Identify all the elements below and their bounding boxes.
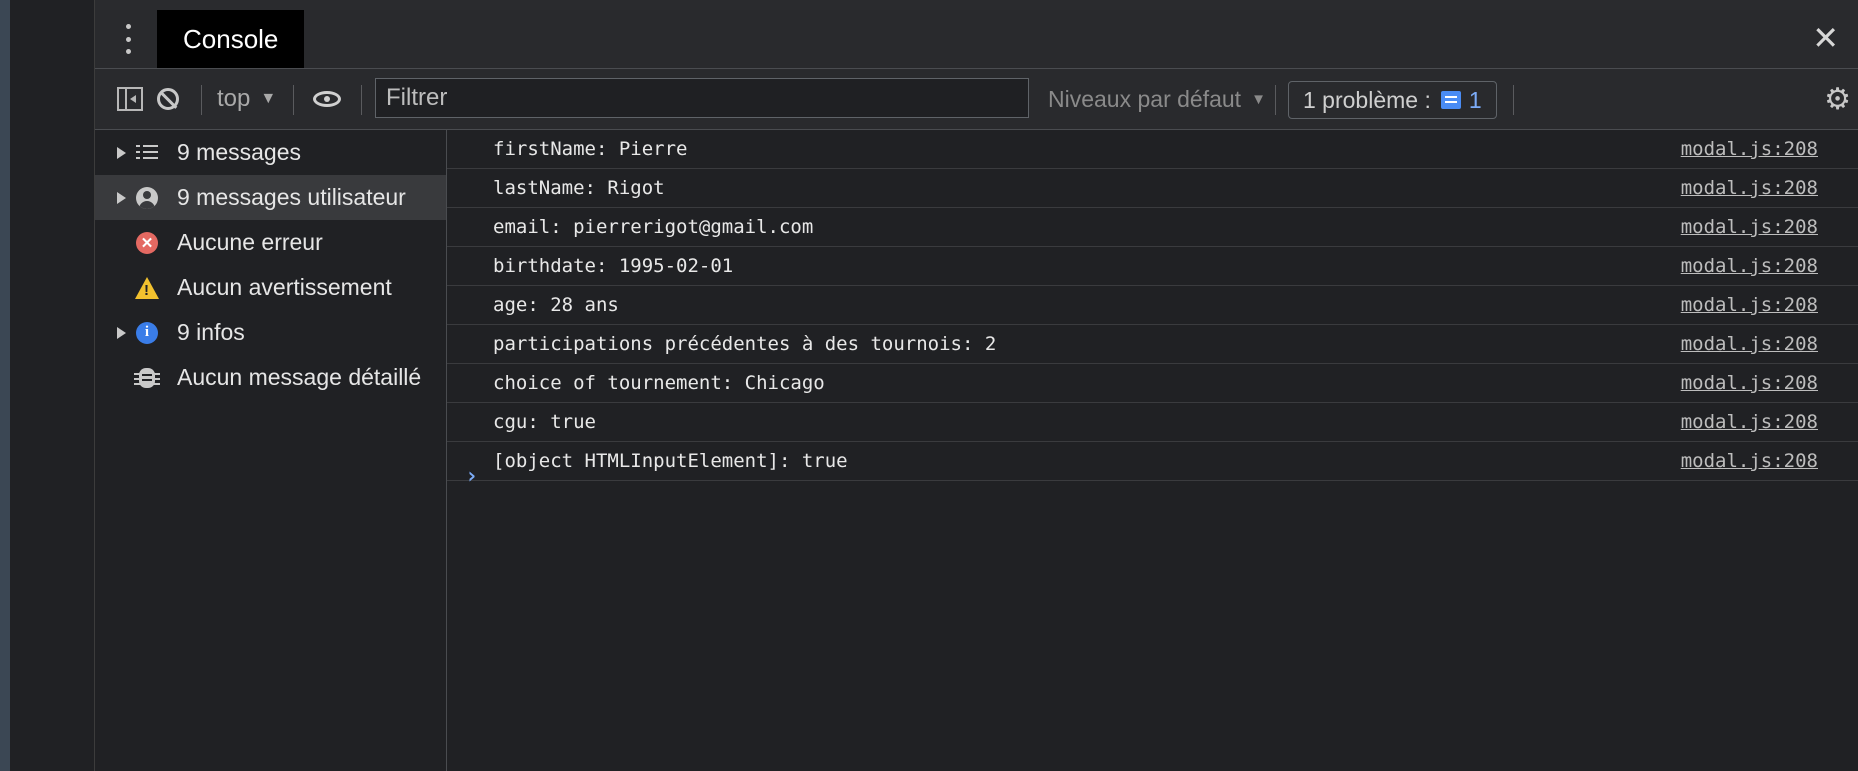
clear-console-button[interactable] (157, 69, 179, 129)
list-icon (136, 144, 158, 161)
info-icon: i (136, 321, 158, 344)
sidebar-item-label: 9 messages utilisateur (177, 184, 406, 210)
dropdown-arrow-icon: ▼ (1251, 90, 1266, 108)
console-prompt-icon[interactable]: › (465, 464, 478, 489)
sidebar-item-verbose[interactable]: Aucun message détaillé (95, 355, 446, 400)
context-selector[interactable]: top ▼ (217, 69, 276, 129)
console-sidebar: 9 messages 9 messages utilisateur ✕ Aucu… (95, 130, 447, 771)
devtools-panel: Console ✕ top ▼ Niveaux par défaut ▼ 1 p… (94, 0, 1858, 771)
message-text: participations précédentes à des tournoi… (493, 333, 997, 355)
source-link[interactable]: modal.js:208 (1681, 325, 1818, 363)
log-levels-dropdown[interactable]: Niveaux par défaut ▼ (1048, 69, 1266, 129)
console-message-row: lastName: Rigot modal.js:208 (447, 169, 1858, 208)
toolbar-divider (1513, 85, 1514, 115)
sidebar-item-warnings[interactable]: ! Aucun avertissement (95, 265, 446, 310)
expand-arrow-icon[interactable] (117, 146, 126, 159)
toolbar-divider (201, 85, 202, 115)
message-text: choice of tournement: Chicago (493, 372, 825, 394)
live-expression-button[interactable] (313, 69, 341, 129)
close-icon[interactable]: ✕ (1812, 22, 1839, 54)
sidebar-item-user-messages[interactable]: 9 messages utilisateur (95, 175, 446, 220)
drawer-tabbar: Console ✕ (95, 10, 1858, 69)
message-text: firstName: Pierre (493, 138, 688, 160)
expand-arrow-icon[interactable] (117, 191, 126, 204)
filter-input[interactable] (375, 78, 1029, 118)
message-text: age: 28 ans (493, 294, 619, 316)
console-message-row: participations précédentes à des tournoi… (447, 325, 1858, 364)
message-text: email: pierrerigot@gmail.com (493, 216, 814, 238)
editor-strip (10, 0, 94, 771)
sidebar-item-messages[interactable]: 9 messages (95, 130, 446, 175)
source-link[interactable]: modal.js:208 (1681, 403, 1818, 441)
console-message-row: [object HTMLInputElement]: true modal.js… (447, 442, 1858, 481)
message-text: birthdate: 1995-02-01 (493, 255, 734, 277)
message-text: lastName: Rigot (493, 177, 665, 199)
issues-count: 1 (1468, 86, 1482, 113)
warning-icon: ! (135, 276, 159, 299)
sidebar-item-label: 9 messages (177, 139, 302, 165)
eye-icon (313, 91, 341, 107)
context-label: top (217, 85, 251, 112)
source-link[interactable]: modal.js:208 (1681, 286, 1818, 324)
toolbar-divider (293, 85, 294, 115)
source-link[interactable]: modal.js:208 (1681, 208, 1818, 246)
toolbar-divider (361, 85, 362, 115)
block-icon (157, 88, 179, 110)
source-link[interactable]: modal.js:208 (1681, 169, 1818, 207)
expand-arrow-icon[interactable] (117, 326, 126, 339)
sidebar-item-label: Aucune erreur (177, 229, 323, 255)
levels-label: Niveaux par défaut (1048, 85, 1242, 112)
sidebar-item-label: Aucun message détaillé (177, 364, 422, 390)
source-link[interactable]: modal.js:208 (1681, 442, 1818, 480)
user-icon (136, 186, 158, 209)
dropdown-arrow-icon: ▼ (260, 90, 277, 107)
message-text: [object HTMLInputElement]: true (493, 450, 848, 472)
source-link[interactable]: modal.js:208 (1681, 364, 1818, 402)
more-options-icon[interactable] (121, 24, 135, 54)
console-message-row: choice of tournement: Chicago modal.js:2… (447, 364, 1858, 403)
sidebar-item-label: 9 infos (177, 319, 245, 345)
source-link[interactable]: modal.js:208 (1681, 247, 1818, 285)
tab-console[interactable]: Console (157, 10, 305, 68)
sidebar-item-errors[interactable]: ✕ Aucune erreur (95, 220, 446, 265)
sidebar-toggle-icon (117, 87, 143, 111)
console-toolbar: top ▼ Niveaux par défaut ▼ 1 problème : … (95, 69, 1858, 130)
console-message-row: birthdate: 1995-02-01 modal.js:208 (447, 247, 1858, 286)
toolbar-divider (1275, 85, 1276, 115)
bug-icon (134, 367, 160, 388)
source-link[interactable]: modal.js:208 (1681, 130, 1818, 168)
console-message-row: cgu: true modal.js:208 (447, 403, 1858, 442)
issue-message-icon (1440, 91, 1461, 109)
issues-label: 1 problème : (1303, 86, 1431, 113)
error-icon: ✕ (136, 231, 158, 254)
console-messages: firstName: Pierre modal.js:208 lastName:… (447, 130, 1858, 771)
sidebar-item-label: Aucun avertissement (177, 274, 392, 300)
window-edge (0, 0, 10, 771)
settings-gear-icon[interactable]: ⚙ (1824, 69, 1851, 129)
message-text: cgu: true (493, 411, 596, 433)
console-message-row: age: 28 ans modal.js:208 (447, 286, 1858, 325)
console-message-row: email: pierrerigot@gmail.com modal.js:20… (447, 208, 1858, 247)
sidebar-item-info[interactable]: i 9 infos (95, 310, 446, 355)
issues-button[interactable]: 1 problème : 1 (1288, 81, 1497, 119)
console-message-row: firstName: Pierre modal.js:208 (447, 130, 1858, 169)
show-sidebar-button[interactable] (117, 69, 143, 129)
